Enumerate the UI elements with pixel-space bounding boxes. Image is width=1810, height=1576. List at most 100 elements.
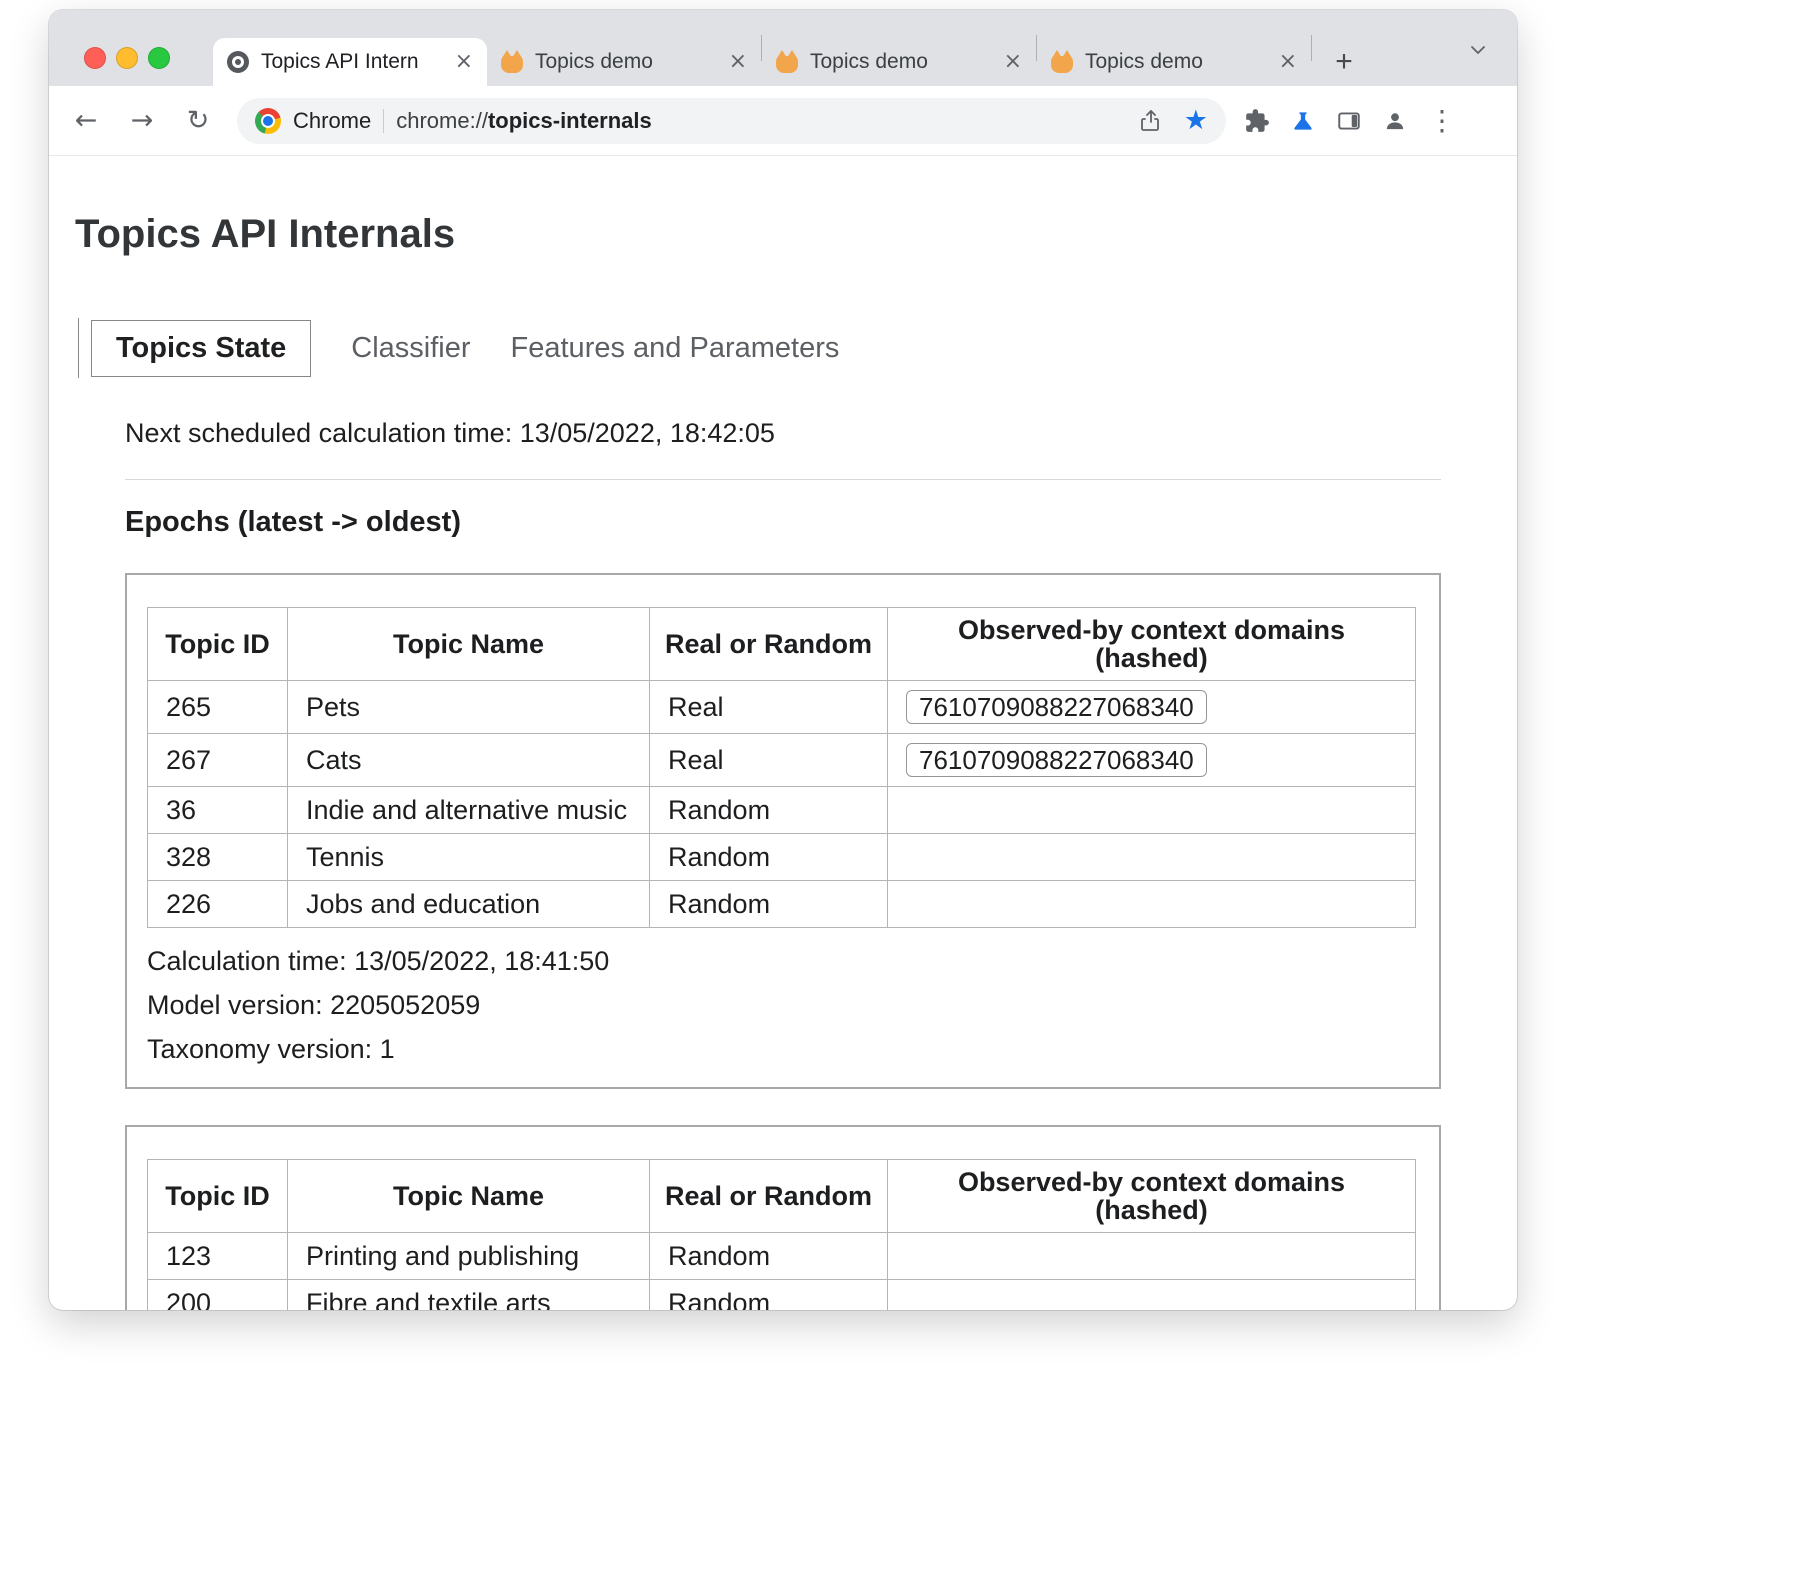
close-tab-icon[interactable]: × <box>729 51 747 73</box>
close-tab-icon[interactable]: × <box>455 51 473 73</box>
topic-row: 123Printing and publishingRandom <box>148 1233 1416 1280</box>
topics-internals-page: Topics API Internals Topics State Classi… <box>49 156 1517 1310</box>
observed-domains-cell <box>888 881 1416 928</box>
url-host: topics-internals <box>488 108 652 133</box>
chrome-page-favicon <box>227 51 249 73</box>
table-body: 123Printing and publishingRandom200Fibre… <box>148 1233 1416 1311</box>
next-calculation-time: Next scheduled calculation time: 13/05/2… <box>125 418 1441 449</box>
tab-separator <box>1311 35 1312 61</box>
address-app-label: Chrome <box>293 108 371 134</box>
model-version: Model version: 2205052059 <box>147 990 1419 1021</box>
topic-row: 226Jobs and educationRandom <box>148 881 1416 928</box>
page-tab-bar: Topics State Classifier Features and Par… <box>78 318 1441 378</box>
col-header-topic-id: Topic ID <box>148 1160 288 1233</box>
topic-name-cell: Indie and alternative music <box>288 787 650 834</box>
browser-tab-topics-demo-2[interactable]: Topics demo × <box>762 38 1036 86</box>
real-or-random-cell: Random <box>650 1233 888 1280</box>
real-or-random-cell: Real <box>650 681 888 734</box>
tab-title: Topics demo <box>535 50 717 74</box>
table-header: Topic ID Topic Name Real or Random Obser… <box>148 608 1416 681</box>
observed-domains-cell: 7610709088227068340 <box>888 681 1416 734</box>
topic-id-cell: 267 <box>148 734 288 787</box>
real-or-random-cell: Random <box>650 834 888 881</box>
col-header-observed-domains: Observed-by context domains (hashed) <box>888 608 1416 681</box>
real-or-random-cell: Random <box>650 1280 888 1311</box>
topic-name-cell: Pets <box>288 681 650 734</box>
topic-name-cell: Cats <box>288 734 650 787</box>
col-header-observed-domains: Observed-by context domains (hashed) <box>888 1160 1416 1233</box>
tab-classifier[interactable]: Classifier <box>351 321 470 376</box>
tab-features-and-parameters[interactable]: Features and Parameters <box>511 321 840 376</box>
close-tab-icon[interactable]: × <box>1279 51 1297 73</box>
extensions-puzzle-icon[interactable] <box>1244 108 1270 134</box>
forward-icon[interactable]: → <box>125 104 159 138</box>
back-icon[interactable]: ← <box>69 104 103 138</box>
table-header: Topic ID Topic Name Real or Random Obser… <box>148 1160 1416 1233</box>
topics-table: Topic ID Topic Name Real or Random Obser… <box>147 607 1416 928</box>
epoch-card: Topic ID Topic Name Real or Random Obser… <box>125 573 1441 1089</box>
topic-name-cell: Printing and publishing <box>288 1233 650 1280</box>
topic-row: 328TennisRandom <box>148 834 1416 881</box>
browser-tab-topics-demo-3[interactable]: Topics demo × <box>1037 38 1311 86</box>
table-body: 265PetsReal 7610709088227068340 267CatsRea… <box>148 681 1416 928</box>
calculation-time: Calculation time: 13/05/2022, 18:41:50 <box>147 946 1419 977</box>
chrome-logo-icon <box>255 108 281 134</box>
hashed-domain-value: 7610709088227068340 <box>906 743 1207 777</box>
browser-tab-topics-internals[interactable]: Topics API Intern × <box>213 38 487 86</box>
divider <box>125 479 1441 480</box>
page-title: Topics API Internals <box>75 210 1441 258</box>
zoom-window-button[interactable] <box>148 47 170 69</box>
topic-name-cell: Fibre and textile arts <box>288 1280 650 1311</box>
topic-id-cell: 200 <box>148 1280 288 1311</box>
address-bar[interactable]: Chrome chrome://topics-internals ★ <box>237 98 1226 144</box>
menu-kebab-icon[interactable]: ⋮ <box>1428 104 1456 137</box>
col-header-topic-name: Topic Name <box>288 1160 650 1233</box>
topic-id-cell: 226 <box>148 881 288 928</box>
cat-icon <box>501 56 523 73</box>
chevron-down-icon[interactable] <box>1465 37 1491 63</box>
tab-title: Topics API Intern <box>261 50 443 74</box>
topic-id-cell: 328 <box>148 834 288 881</box>
tab-title: Topics demo <box>810 50 992 74</box>
browser-tab-topics-demo-1[interactable]: Topics demo × <box>487 38 761 86</box>
tab-topics-state[interactable]: Topics State <box>91 320 311 377</box>
close-window-button[interactable] <box>84 47 106 69</box>
col-header-real-or-random: Real or Random <box>650 1160 888 1233</box>
traffic-lights <box>84 47 170 69</box>
taxonomy-version: Taxonomy version: 1 <box>147 1034 1419 1065</box>
real-or-random-cell: Real <box>650 734 888 787</box>
topic-name-cell: Tennis <box>288 834 650 881</box>
minimize-window-button[interactable] <box>116 47 138 69</box>
topic-id-cell: 265 <box>148 681 288 734</box>
flask-icon[interactable] <box>1290 108 1316 134</box>
col-header-topic-id: Topic ID <box>148 608 288 681</box>
hashed-domain-value: 7610709088227068340 <box>906 690 1207 724</box>
observed-domains-cell <box>888 834 1416 881</box>
share-icon[interactable] <box>1138 108 1164 134</box>
reload-icon[interactable]: ↻ <box>181 104 215 138</box>
new-tab-button[interactable]: + <box>1326 44 1362 80</box>
topic-id-cell: 36 <box>148 787 288 834</box>
address-url: chrome://topics-internals <box>396 108 652 134</box>
topic-row: 265PetsReal 7610709088227068340 <box>148 681 1416 734</box>
observed-domains-cell <box>888 1233 1416 1280</box>
real-or-random-cell: Random <box>650 881 888 928</box>
side-panel-icon[interactable] <box>1336 108 1362 134</box>
col-header-real-or-random: Real or Random <box>650 608 888 681</box>
col-header-topic-name: Topic Name <box>288 608 650 681</box>
epoch-card: Topic ID Topic Name Real or Random Obser… <box>125 1125 1441 1310</box>
url-scheme: chrome:// <box>396 108 488 133</box>
close-tab-icon[interactable]: × <box>1004 51 1022 73</box>
bookmark-star-icon[interactable]: ★ <box>1184 107 1208 134</box>
profile-avatar-icon[interactable] <box>1382 108 1408 134</box>
tab-strip: Topics API Intern × Topics demo × Topics… <box>49 10 1517 86</box>
tab-title: Topics demo <box>1085 50 1267 74</box>
browser-window: Topics API Intern × Topics demo × Topics… <box>49 10 1517 1310</box>
epoch-meta: Calculation time: 13/05/2022, 18:41:50 M… <box>147 946 1419 1065</box>
topic-name-cell: Jobs and education <box>288 881 650 928</box>
cat-icon <box>776 56 798 73</box>
topic-id-cell: 123 <box>148 1233 288 1280</box>
address-separator <box>383 109 384 133</box>
toolbar-actions: ⋮ <box>1244 104 1456 137</box>
observed-domains-cell <box>888 787 1416 834</box>
